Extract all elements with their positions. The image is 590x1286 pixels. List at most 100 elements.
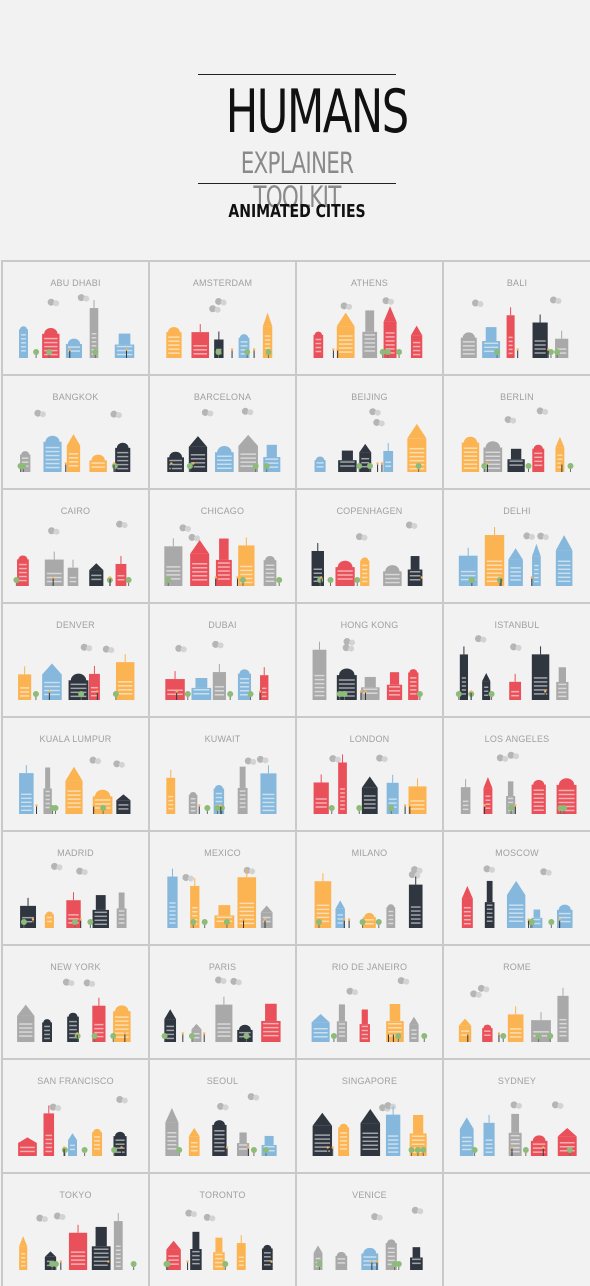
- city-skyline-illustration: [313, 754, 427, 814]
- city-name: BARCELONA: [193, 392, 252, 402]
- city-card-new-york[interactable]: NEW YORK: [3, 946, 150, 1060]
- city-card-toronto[interactable]: TORONTO: [150, 1174, 297, 1286]
- building-icon: [260, 765, 277, 814]
- building-icon: [313, 331, 324, 358]
- building-icon: [116, 892, 127, 928]
- building-icon: [44, 551, 64, 586]
- city-card-paris[interactable]: PARIS: [150, 946, 297, 1060]
- city-skyline-illustration: [460, 751, 577, 814]
- cloud-icon: [371, 1213, 383, 1221]
- city-card-abu-dhabi[interactable]: ABU DHABI: [3, 262, 150, 376]
- city-card-dubai[interactable]: DUBAI: [150, 604, 297, 718]
- building-icon: [188, 791, 198, 814]
- city-card-barcelona[interactable]: BARCELONA: [150, 376, 297, 490]
- city-card-cairo[interactable]: CAIRO: [3, 490, 150, 604]
- tree-icon: [330, 1033, 337, 1042]
- city-name: KUALA LUMPUR: [39, 734, 112, 744]
- cloud-icon: [201, 408, 214, 417]
- city-card-san-francisco[interactable]: SAN FRANCISCO: [3, 1060, 150, 1174]
- lamp-icon: [497, 1032, 501, 1042]
- city-name: CAIRO: [60, 506, 91, 516]
- building-icon: [335, 900, 345, 928]
- building-icon: [532, 543, 541, 586]
- city-name: BALI: [506, 278, 528, 288]
- building-icon: [191, 1023, 202, 1042]
- city-card-venice[interactable]: VENICE: [297, 1174, 444, 1286]
- city-card-kuala-lumpur[interactable]: KUALA LUMPUR: [3, 718, 150, 832]
- building-icon: [43, 435, 62, 472]
- building-icon: [237, 1132, 250, 1156]
- lamp-icon: [380, 462, 384, 472]
- city-card-bali[interactable]: BALI: [444, 262, 590, 376]
- city-skyline-illustration: [163, 1209, 273, 1270]
- city-skyline-illustration: [13, 520, 132, 586]
- building-icon: [482, 672, 491, 700]
- building-icon: [383, 442, 394, 472]
- cloud-icon: [179, 524, 191, 532]
- building-icon: [166, 326, 182, 358]
- city-skyline-illustration: [165, 1093, 277, 1156]
- city-card-seoul[interactable]: SEOUL: [150, 1060, 297, 1174]
- city-card-amsterdam[interactable]: AMSTERDAM: [150, 262, 297, 376]
- city-skyline-illustration: [461, 865, 573, 928]
- building-icon: [507, 448, 525, 472]
- city-card-chicago[interactable]: CHICAGO: [150, 490, 297, 604]
- building-icon: [67, 559, 79, 586]
- city-card-los-angeles[interactable]: LOS ANGELES: [444, 718, 590, 832]
- city-card-kuwait[interactable]: KUWAIT: [150, 718, 297, 832]
- city-name: TOKYO: [59, 1190, 92, 1200]
- city-card-istanbul[interactable]: ISTANBUL: [444, 604, 590, 718]
- building-icon: [361, 1247, 379, 1270]
- city-card-bangkok[interactable]: BANGKOK: [3, 376, 150, 490]
- city-card-rio-de-janeiro[interactable]: RIO DE JANEIRO: [297, 946, 444, 1060]
- city-skyline-illustration: [17, 409, 131, 472]
- city-card-madrid[interactable]: MADRID: [3, 832, 150, 946]
- city-card-milano[interactable]: MILANO: [297, 832, 444, 946]
- city-card-delhi[interactable]: DELHI: [444, 490, 590, 604]
- tree-icon: [184, 691, 191, 700]
- city-skyline-illustration: [167, 866, 273, 928]
- city-card-sydney[interactable]: SYDNEY: [444, 1060, 590, 1174]
- city-skyline-illustration: [313, 297, 423, 358]
- city-card-moscow[interactable]: MOSCOW: [444, 832, 590, 946]
- tree-icon: [525, 463, 532, 472]
- building-icon: [459, 1117, 474, 1156]
- building-icon: [18, 666, 32, 700]
- city-skyline-illustration: [19, 1212, 137, 1270]
- city-card-tokyo[interactable]: TOKYO: [3, 1174, 150, 1286]
- city-card-athens[interactable]: ATHENS: [297, 262, 444, 376]
- building-icon: [215, 445, 234, 472]
- city-name: BANGKOK: [52, 392, 99, 402]
- cloud-icon: [203, 1213, 216, 1222]
- city-card-copenhagen[interactable]: COPENHAGEN: [297, 490, 444, 604]
- cloud-icon: [76, 867, 88, 876]
- building-icon: [311, 1013, 330, 1042]
- tree-icon: [354, 577, 361, 586]
- building-icon: [89, 454, 107, 472]
- building-icon: [557, 1128, 577, 1156]
- building-icon: [361, 776, 378, 814]
- building-icon: [68, 673, 89, 700]
- building-icon: [68, 1224, 88, 1270]
- building-icon: [263, 555, 277, 586]
- city-skyline-illustration: [458, 527, 573, 586]
- city-name: BEIJING: [351, 392, 388, 402]
- building-icon: [19, 1236, 28, 1270]
- cloud-icon: [241, 407, 254, 416]
- city-card-mexico[interactable]: MEXICO: [150, 832, 297, 946]
- building-icon: [555, 436, 565, 472]
- cloud-icon: [102, 645, 115, 654]
- cloud-icon: [376, 754, 388, 763]
- city-card-rome[interactable]: ROME: [444, 946, 590, 1060]
- city-card-london[interactable]: LONDON: [297, 718, 444, 832]
- city-card-hong-kong[interactable]: HONG KONG: [297, 604, 444, 718]
- city-card-beijing[interactable]: BEIJING: [297, 376, 444, 490]
- building-icon: [237, 766, 248, 814]
- building-icon: [312, 1112, 333, 1156]
- city-card-denver[interactable]: DENVER: [3, 604, 150, 718]
- city-card-singapore[interactable]: SINGAPORE: [297, 1060, 444, 1174]
- city-card-berlin[interactable]: BERLIN: [444, 376, 590, 490]
- city-name: TORONTO: [199, 1190, 246, 1200]
- building-icon: [408, 778, 427, 814]
- cloud-icon: [549, 296, 562, 304]
